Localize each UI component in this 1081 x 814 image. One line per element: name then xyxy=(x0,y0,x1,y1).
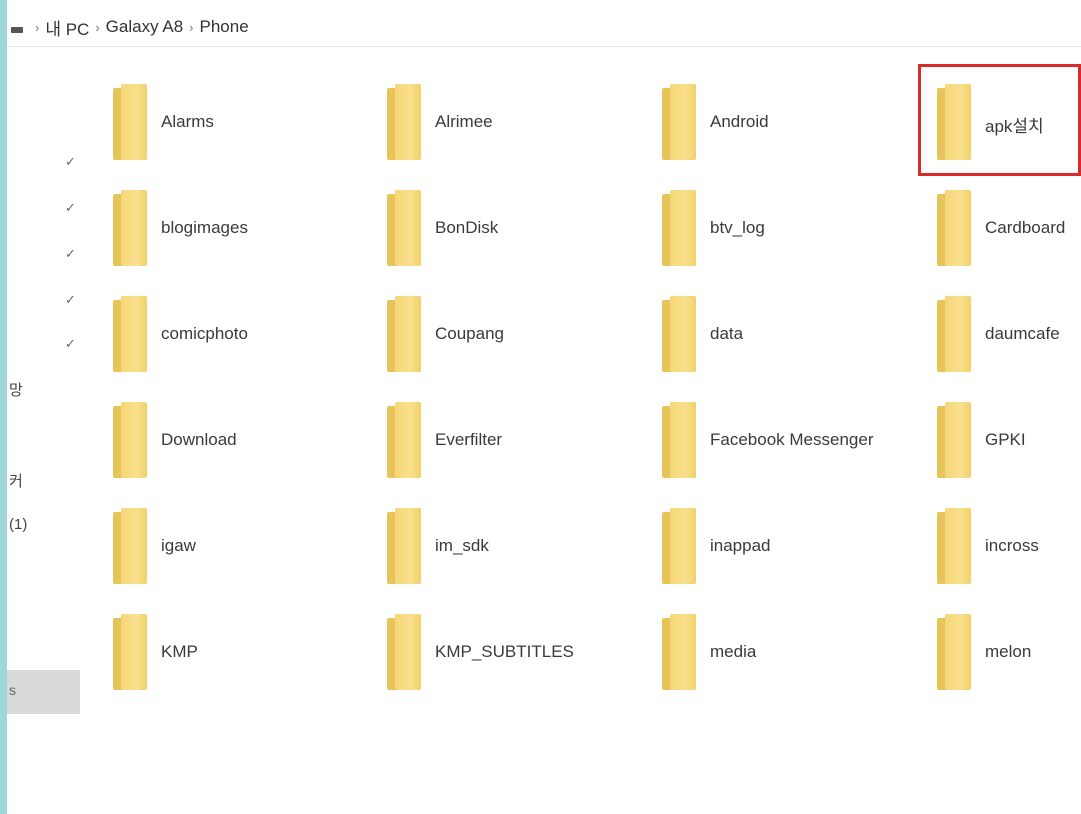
folder-item[interactable]: btv_log xyxy=(662,190,922,270)
folder-label: inappad xyxy=(710,536,771,555)
folder-item[interactable]: Android xyxy=(662,84,922,164)
breadcrumb-item-phone[interactable]: Phone xyxy=(200,17,249,37)
nav-item-selected[interactable]: s xyxy=(7,670,80,714)
folder-item[interactable]: data xyxy=(662,296,922,376)
folder-item[interactable]: incross xyxy=(937,508,1081,588)
pin-icon[interactable]: ✓ xyxy=(65,155,77,168)
folder-icon xyxy=(937,508,979,588)
nav-item-partial[interactable]: 커 xyxy=(9,470,23,491)
folder-item[interactable]: media xyxy=(662,614,922,694)
folder-label: btv_log xyxy=(710,218,765,237)
folder-label: media xyxy=(710,642,757,661)
folder-icon xyxy=(387,508,429,588)
folder-icon xyxy=(387,402,429,482)
folder-item[interactable]: GPKI xyxy=(937,402,1081,482)
breadcrumb-item-galaxy-a8[interactable]: Galaxy A8 xyxy=(106,17,184,37)
folder-label: Download xyxy=(161,430,237,449)
pin-icon[interactable]: ✓ xyxy=(65,247,77,260)
folder-icon xyxy=(662,402,704,482)
folder-icon xyxy=(113,614,155,694)
folder-icon xyxy=(387,190,429,270)
folder-icon xyxy=(113,508,155,588)
chevron-right-icon: › xyxy=(95,19,100,35)
folder-item[interactable]: inappad xyxy=(662,508,922,588)
folder-icon xyxy=(662,296,704,376)
folder-label: Everfilter xyxy=(435,430,503,449)
folder-icon xyxy=(662,84,704,164)
folder-label: comicphoto xyxy=(161,324,248,343)
folder-icon xyxy=(387,84,429,164)
folder-label: KMP_SUBTITLES xyxy=(435,642,574,661)
folder-label: blogimages xyxy=(161,218,248,237)
folder-item[interactable]: daumcafe xyxy=(937,296,1081,376)
folder-label: incross xyxy=(985,536,1039,555)
folder-icon xyxy=(937,614,979,694)
folder-item[interactable]: igaw xyxy=(113,508,373,588)
folder-label: Coupang xyxy=(435,324,505,343)
folder-item[interactable]: comicphoto xyxy=(113,296,373,376)
folder-label: melon xyxy=(985,642,1032,661)
folder-item[interactable]: melon xyxy=(937,614,1081,694)
nav-item-partial[interactable]: (1) xyxy=(9,516,27,533)
folder-item[interactable]: Facebook Messenger xyxy=(662,402,922,482)
nav-item-partial[interactable]: 망 xyxy=(9,379,23,400)
folder-icon xyxy=(662,190,704,270)
folder-icon xyxy=(113,190,155,270)
folder-label: data xyxy=(710,324,744,343)
folder-item[interactable]: BonDisk xyxy=(387,190,647,270)
folder-item[interactable]: Coupang xyxy=(387,296,647,376)
folder-label: Cardboard xyxy=(985,218,1066,237)
folder-item[interactable]: Everfilter xyxy=(387,402,647,482)
folder-label: KMP xyxy=(161,642,198,661)
folder-label: Facebook Messenger xyxy=(710,430,874,449)
folder-label: GPKI xyxy=(985,430,1026,449)
folder-item[interactable]: Alrimee xyxy=(387,84,647,164)
folder-item[interactable]: blogimages xyxy=(113,190,373,270)
folder-label: BonDisk xyxy=(435,218,499,237)
folder-item[interactable]: im_sdk xyxy=(387,508,647,588)
folder-label: Android xyxy=(710,112,769,131)
folder-icon xyxy=(113,84,155,164)
nav-item-partial: s xyxy=(9,682,16,698)
navigation-pane: ✓ ✓ ✓ ✓ ✓ 망 커 (1) s xyxy=(7,46,89,814)
folder-icon xyxy=(113,296,155,376)
breadcrumb-item-my-pc[interactable]: 내 PC xyxy=(45,15,89,40)
folder-item[interactable]: Alarms xyxy=(113,84,373,164)
folder-icon xyxy=(937,190,979,270)
folder-icon xyxy=(662,508,704,588)
folder-label: Alarms xyxy=(161,112,214,131)
folder-item[interactable]: KMP xyxy=(113,614,373,694)
folder-icon xyxy=(937,402,979,482)
pin-icon[interactable]: ✓ xyxy=(65,293,77,306)
address-bar[interactable]: › 내 PC › Galaxy A8 › Phone xyxy=(7,8,1081,47)
folder-icon xyxy=(662,614,704,694)
device-icon xyxy=(11,27,23,33)
folder-icon xyxy=(387,614,429,694)
folder-label: daumcafe xyxy=(985,324,1060,343)
folder-item[interactable]: Cardboard xyxy=(937,190,1081,270)
folder-icon xyxy=(387,296,429,376)
file-explorer-window: › 내 PC › Galaxy A8 › Phone ✓ ✓ ✓ ✓ ✓ 망 커… xyxy=(7,0,1081,814)
folder-icon xyxy=(937,296,979,376)
chevron-right-icon: › xyxy=(35,19,40,35)
folder-label: Alrimee xyxy=(435,112,493,131)
folder-icon xyxy=(113,402,155,482)
folder-label: igaw xyxy=(161,536,196,555)
pin-icon[interactable]: ✓ xyxy=(65,201,77,214)
folder-item[interactable]: KMP_SUBTITLES xyxy=(387,614,647,694)
folder-label: im_sdk xyxy=(435,536,489,555)
chevron-right-icon: › xyxy=(189,19,194,35)
highlight-box xyxy=(918,64,1081,176)
pin-icon[interactable]: ✓ xyxy=(65,337,77,350)
folder-item[interactable]: Download xyxy=(113,402,373,482)
